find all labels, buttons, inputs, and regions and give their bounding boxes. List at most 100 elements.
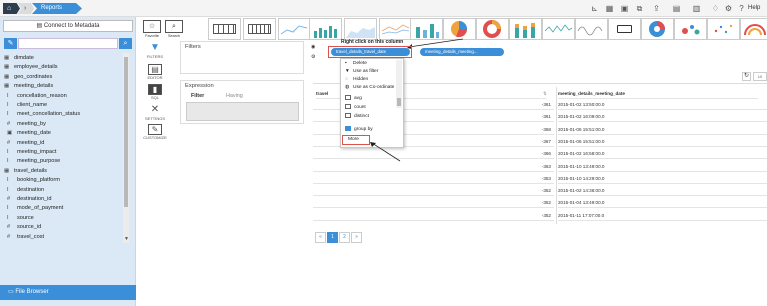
home-icon[interactable]: ⌂ [3, 3, 20, 14]
tree-item-label: client_name [17, 102, 48, 108]
table-header-meeting-date[interactable]: meeting_details_meeting_date [558, 89, 758, 99]
expression-textarea[interactable] [186, 102, 299, 121]
checkbox-icon[interactable] [345, 95, 351, 101]
pager-next[interactable]: » [351, 232, 362, 243]
file-browser-button[interactable]: ▭ File Browser [0, 285, 136, 300]
column-chart-thumb[interactable] [410, 18, 443, 40]
sql-icon: ▮ [148, 84, 162, 95]
sparkline-chart-thumb[interactable] [542, 18, 575, 40]
column-chart-icon [416, 24, 439, 38]
tab-having[interactable]: Having [226, 93, 243, 99]
sidebar-search-input[interactable] [18, 38, 118, 49]
tree-item-label: travel_cost [17, 233, 45, 240]
menu-check-label: distinct [354, 114, 369, 119]
menu-check-group-by[interactable]: group by [345, 126, 373, 134]
crosstab-chart-thumb[interactable] [243, 18, 276, 40]
scroll-down-arrow-icon[interactable]: ▼ [124, 236, 129, 242]
filter-icon: ▼ [345, 69, 350, 74]
pie-chart-icon [451, 21, 468, 38]
eye-icon[interactable]: ◉ [311, 44, 315, 50]
favorite-icon[interactable]: ☆ [143, 20, 161, 33]
column-separator [556, 87, 557, 224]
tree-item-label: meeting_details [14, 83, 54, 90]
export-icon[interactable]: ▥ [692, 4, 701, 13]
multi-line-chart-icon [381, 24, 410, 35]
grid-icon[interactable]: ▦ [605, 4, 614, 13]
help-label[interactable]: Help [748, 4, 760, 13]
menu-check-count[interactable]: count [345, 104, 366, 112]
vbar-sql[interactable]: ▮ SQL [140, 84, 170, 100]
globe-icon: ◍ [345, 85, 350, 90]
table-cell-date: 2015-01-11 17:07:00.0 [558, 211, 767, 221]
copy-icon[interactable]: ⧉ [635, 4, 644, 13]
layout-icon[interactable]: ▤ [672, 4, 681, 13]
tree-item[interactable]: # travel_cost [7, 232, 44, 242]
pie-chart-thumb[interactable] [443, 18, 476, 40]
vbar-filters[interactable]: ▼ FILTERS [140, 43, 170, 60]
settings-small-icon[interactable]: ⚙ [311, 54, 315, 60]
menu-item-use-as-filter[interactable]: ▼ Use as filter [345, 68, 378, 76]
search-visual-icon[interactable]: ⌕ [165, 20, 183, 33]
vbar-settings[interactable]: ✕ SETTINGS [140, 105, 170, 122]
highlight-box-more [342, 135, 370, 145]
rainbow-chart-thumb[interactable] [740, 18, 767, 40]
table-cell-id: -352 [313, 211, 554, 221]
menu-item-delete[interactable]: ▪ Delete [345, 60, 367, 68]
edit-icon[interactable]: ✎ [4, 38, 17, 49]
table-cell-date: 2015-01-04 13:49:00.0 [558, 198, 767, 209]
vbar-sql-label: SQL [150, 95, 159, 100]
pager-page-2[interactable]: 2 [339, 232, 350, 243]
favorite-label: Favorite [145, 34, 159, 38]
pager-prev[interactable]: « [315, 232, 326, 243]
card-chart-thumb[interactable] [608, 18, 641, 40]
page-size-select[interactable]: 10 [753, 72, 767, 81]
bar-chart-thumb[interactable] [309, 18, 342, 40]
search-visual-label: Search [167, 34, 181, 38]
chart-icon[interactable]: ⊾ [590, 4, 599, 13]
menu-scrollbar[interactable] [396, 60, 402, 108]
filters-panel[interactable]: Filters [180, 41, 304, 74]
vbar-editor[interactable]: ▤ EDITOR [140, 64, 170, 80]
search-icon[interactable]: ⌕ [119, 38, 132, 49]
checkbox-icon[interactable] [345, 113, 351, 119]
gear-icon[interactable]: ⚙ [724, 4, 733, 13]
donut-chart-thumb[interactable] [476, 18, 509, 40]
sunburst-chart-thumb[interactable] [641, 18, 674, 40]
share-icon[interactable]: ⇪ [652, 4, 661, 13]
pager-page-1[interactable]: 1 [327, 232, 338, 243]
bubble-chart-thumb[interactable] [674, 18, 707, 40]
vbar-customize[interactable]: ✎ CUSTOMIZE [140, 124, 170, 140]
menu-check-label: count [354, 105, 366, 110]
multi-line-chart-thumb[interactable] [379, 18, 412, 40]
checkbox-checked-icon[interactable] [345, 126, 351, 132]
connect-metadata-button[interactable]: ▤ Connect to Metadata [3, 20, 133, 32]
crosstab-grid-icon [248, 24, 271, 34]
area-chart-thumb[interactable] [344, 18, 377, 40]
refresh-icon[interactable]: ↻ [742, 72, 751, 81]
help-icon[interactable]: ? [737, 4, 746, 13]
checkbox-icon[interactable] [345, 104, 351, 110]
table-chart-thumb[interactable] [208, 18, 241, 40]
line-chart-thumb[interactable] [278, 18, 311, 40]
menu-check-avg[interactable]: avg [345, 95, 362, 103]
breadcrumb-separator[interactable]: › [18, 3, 34, 14]
menu-item-label: Use as filter [353, 69, 379, 74]
vbar-customize-label: CUSTOMIZE [143, 135, 167, 140]
scatter-chart-thumb[interactable] [707, 18, 740, 40]
sidebar-scrollbar-thumb[interactable] [124, 57, 128, 207]
menu-item-use-as-co-ordinate[interactable]: ◍ Use as Co-ordinate [345, 84, 394, 92]
menu-item-hidden[interactable]: ◌ Hidden [345, 76, 368, 84]
stacked-bar-chart-thumb[interactable] [509, 18, 542, 40]
sort-icon[interactable]: ⇅ [543, 89, 551, 99]
save-icon[interactable]: ▣ [620, 4, 629, 13]
menu-check-distinct[interactable]: distinct [345, 113, 369, 121]
wave-chart-thumb[interactable] [575, 18, 608, 40]
bar-chart-icon [314, 26, 337, 38]
menu-scrollbar-thumb[interactable] [397, 98, 401, 106]
tab-filter[interactable]: Filter [191, 93, 204, 99]
vbar-settings-label: SETTINGS [144, 116, 165, 121]
field-pill-meeting-date[interactable]: meeting_details_meeting... [420, 48, 504, 56]
bell-icon[interactable]: ♢ [711, 4, 720, 13]
breadcrumb-reports[interactable]: Reports [32, 3, 82, 14]
expression-title: Expression [185, 83, 214, 89]
